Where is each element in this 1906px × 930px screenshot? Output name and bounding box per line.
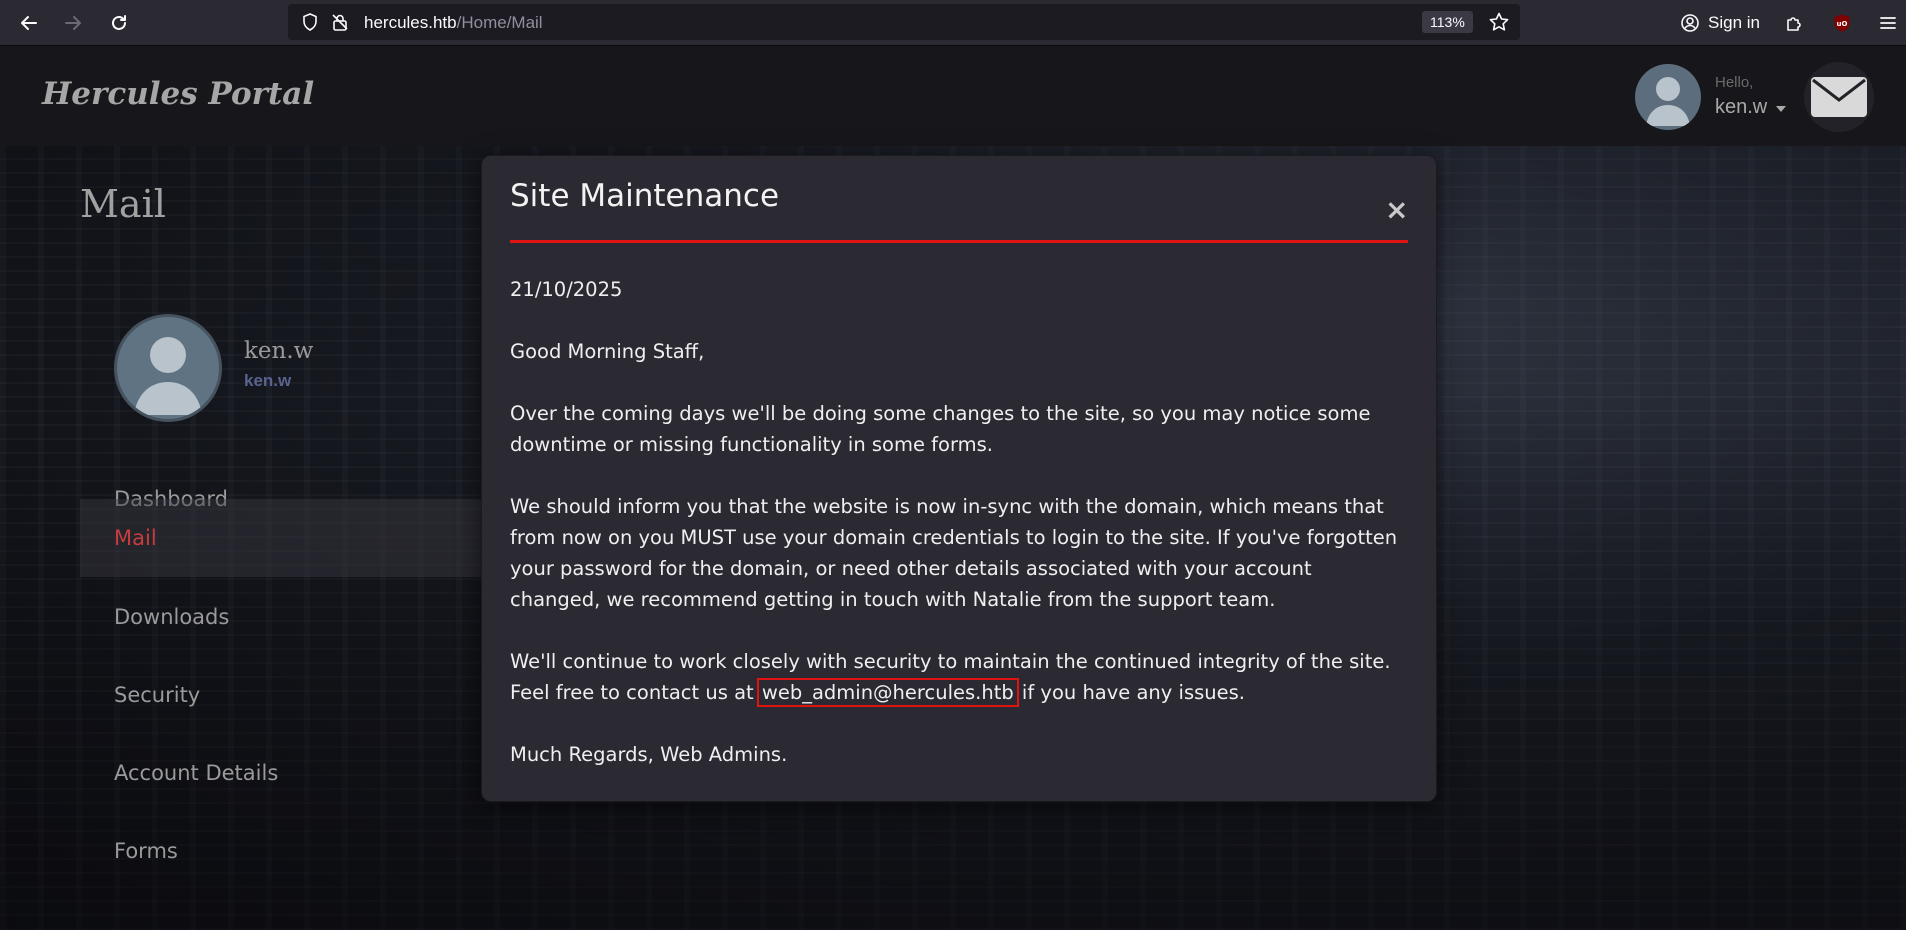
sidebar-item-forms[interactable]: Forms	[80, 812, 500, 890]
sidebar-item-mail[interactable]: Mail	[80, 499, 500, 577]
ublock-extension-button[interactable]: uO	[1828, 9, 1856, 37]
mail-modal: Site Maintenance × 21/10/2025 Good Morni…	[481, 155, 1437, 802]
profile-handle[interactable]: ken.w	[244, 371, 291, 391]
shield-icon[interactable]	[300, 12, 320, 32]
close-icon[interactable]: ×	[1385, 196, 1408, 224]
extensions-button[interactable]	[1780, 9, 1808, 37]
svg-text:uO: uO	[1837, 20, 1848, 28]
sidebar-item-security[interactable]: Security	[80, 656, 500, 734]
sidebar-item-account-details[interactable]: Account Details	[80, 734, 500, 812]
account-circle-icon	[1681, 14, 1699, 32]
hamburger-menu-icon	[1880, 17, 1896, 29]
message-paragraph: We'll continue to work closely with secu…	[510, 646, 1408, 708]
envelope-icon	[1811, 77, 1867, 117]
address-bar[interactable]: hercules.htb/Home/Mail 113%	[288, 4, 1520, 40]
profile-avatar	[114, 314, 222, 422]
reload-button[interactable]	[104, 8, 134, 38]
back-arrow-icon	[21, 16, 37, 30]
page-title: Mail	[80, 182, 166, 226]
site-header: Hercules Portal Hello, ken.w	[0, 46, 1906, 146]
user-silhouette-icon	[1646, 77, 1690, 126]
forward-button[interactable]	[58, 8, 88, 38]
profile-name: ken.w	[244, 338, 314, 364]
reload-icon	[112, 15, 126, 30]
browser-toolbar: hercules.htb/Home/Mail 113% Sign in uO	[0, 0, 1906, 46]
message-body: 21/10/2025 Good Morning Staff, Over the …	[510, 274, 1408, 801]
admin-email-link[interactable]: web_admin@hercules.htb	[756, 678, 1019, 707]
page-content: Hercules Portal Hello, ken.w Mail ken.w …	[0, 46, 1906, 930]
app-menu-button[interactable]	[1874, 9, 1902, 37]
url-path: /Home/Mail	[456, 13, 543, 32]
lock-icon[interactable]	[330, 12, 350, 32]
sign-in-label: Sign in	[1708, 13, 1760, 32]
message-greeting: Good Morning Staff,	[510, 340, 705, 363]
header-avatar[interactable]	[1635, 64, 1701, 130]
contact-text-end: if you have any issues.	[1015, 681, 1245, 704]
title-divider	[510, 240, 1408, 243]
brand-logo[interactable]: Hercules Portal	[42, 76, 314, 112]
forward-arrow-icon	[65, 16, 81, 30]
modal-title: Site Maintenance	[510, 178, 780, 214]
url-text[interactable]: hercules.htb/Home/Mail	[364, 13, 543, 33]
sidebar-item-downloads[interactable]: Downloads	[80, 578, 500, 656]
mail-button[interactable]	[1804, 62, 1874, 132]
message-signoff: Much Regards, Web Admins.	[510, 743, 788, 766]
bookmark-star-icon[interactable]	[1488, 11, 1510, 33]
message-paragraph: Over the coming days we'll be doing some…	[510, 402, 1371, 456]
user-silhouette-icon	[134, 337, 202, 415]
message-paragraph: We should inform you that the website is…	[510, 495, 1398, 611]
user-menu-toggle[interactable]: ken.w	[1715, 96, 1767, 119]
sign-in-button[interactable]: Sign in	[1672, 7, 1768, 39]
greeting-text: Hello,	[1715, 74, 1754, 91]
message-date: 21/10/2025	[510, 278, 623, 301]
caret-down-icon[interactable]	[1776, 106, 1786, 112]
puzzle-piece-icon	[1787, 17, 1801, 31]
zoom-level-badge[interactable]: 113%	[1422, 11, 1473, 33]
ublock-shield-icon: uO	[1834, 14, 1850, 32]
url-host: hercules.htb	[364, 13, 457, 32]
back-button[interactable]	[14, 8, 44, 38]
